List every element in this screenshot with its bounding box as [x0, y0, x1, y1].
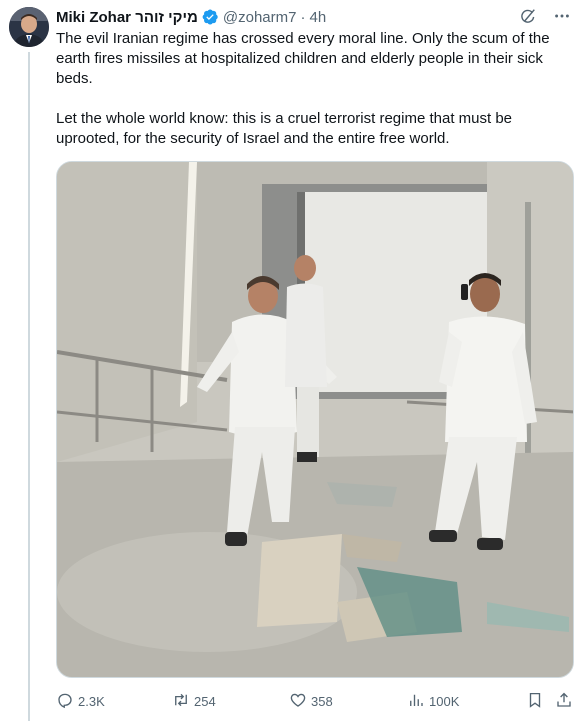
- thread-line: [28, 52, 30, 721]
- bookmark-button[interactable]: [526, 691, 544, 712]
- retweet-count: 254: [194, 693, 216, 709]
- author-avatar[interactable]: [9, 7, 49, 47]
- like-count: 358: [311, 693, 333, 709]
- tweet-video[interactable]: [56, 161, 574, 678]
- tweet-paragraph-1: The evil Iranian regime has crossed ever…: [56, 30, 550, 87]
- more-icon[interactable]: [552, 6, 572, 26]
- tweet-paragraph-2: Let the whole world know: this is a crue…: [56, 110, 513, 147]
- tweet-text: The evil Iranian regime has crossed ever…: [56, 29, 571, 169]
- reply-button[interactable]: 2.3K: [56, 691, 105, 712]
- author-handle[interactable]: @zoharm7: [223, 9, 297, 26]
- tweet-header: Miki Zohar מיקי זוהר @zoharm7 · 4h: [56, 6, 572, 28]
- grok-icon[interactable]: [518, 6, 538, 26]
- share-button[interactable]: [555, 691, 573, 712]
- views-count: 100K: [429, 693, 460, 709]
- like-button[interactable]: 358: [289, 691, 333, 712]
- reply-count: 2.3K: [78, 693, 105, 709]
- author-name[interactable]: Miki Zohar מיקי זוהר: [56, 9, 198, 26]
- views-icon: [407, 691, 425, 712]
- retweet-button[interactable]: 254: [172, 691, 216, 712]
- share-icon: [555, 691, 573, 712]
- reply-icon: [56, 691, 74, 712]
- views-button[interactable]: 100K: [407, 691, 459, 712]
- bookmark-icon: [526, 691, 544, 712]
- retweet-icon: [172, 691, 190, 712]
- like-icon: [289, 691, 307, 712]
- tweet-time[interactable]: 4h: [309, 9, 326, 26]
- action-bar: 2.3K 254 358 100K: [56, 690, 574, 712]
- separator: ·: [300, 8, 306, 26]
- verified-icon: [201, 8, 219, 26]
